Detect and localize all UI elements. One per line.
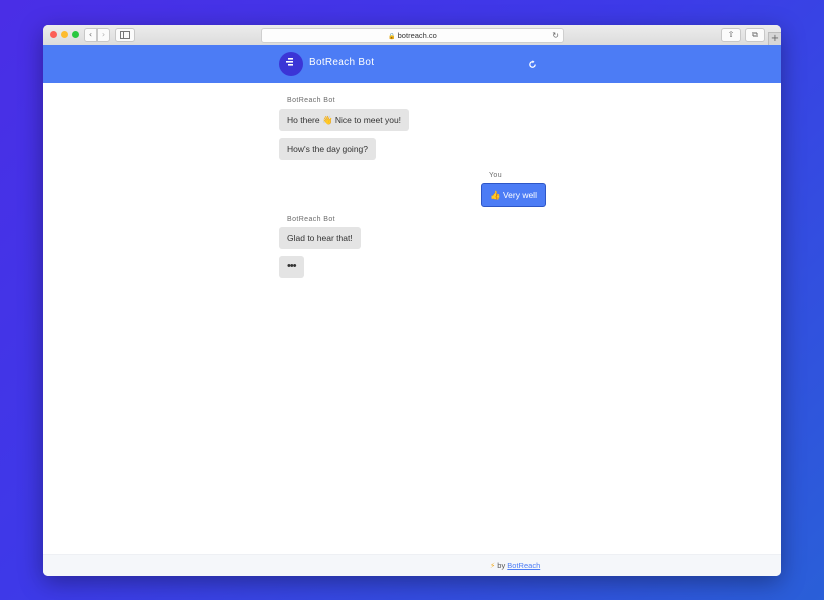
botreach-link[interactable]: BotReach	[507, 561, 540, 570]
chat-header: BotReach Bot	[43, 45, 781, 83]
message-sender: BotReach Bot	[287, 97, 335, 104]
browser-toolbar: ‹ › 🔒 botreach.co ↻ ⇧ ⧉ +	[43, 25, 781, 46]
browser-window: ‹ › 🔒 botreach.co ↻ ⇧ ⧉ + BotReach Bot B…	[43, 25, 781, 576]
botreach-logo-icon	[286, 58, 293, 66]
restart-icon[interactable]	[528, 60, 537, 69]
typing-indicator: •••	[279, 256, 304, 278]
bot-message-bubble: How's the day going?	[279, 138, 377, 160]
address-bar[interactable]: 🔒 botreach.co ↻	[261, 28, 564, 43]
chevron-right-icon: ›	[101, 30, 106, 39]
powered-by: ⚡ by BotReach	[490, 561, 540, 570]
chat-footer: ⚡ by BotReach	[43, 554, 781, 576]
back-button[interactable]: ‹	[84, 28, 97, 42]
maximize-window-button[interactable]	[72, 31, 79, 38]
close-window-button[interactable]	[50, 31, 57, 38]
bot-message-bubble: Glad to hear that!	[279, 227, 361, 249]
sidebar-toggle-button[interactable]	[115, 28, 135, 42]
tabs-icon: ⧉	[752, 30, 758, 39]
forward-button[interactable]: ›	[97, 28, 110, 42]
reload-icon[interactable]: ↻	[552, 29, 559, 42]
url-text: botreach.co	[397, 31, 437, 40]
chat-title: BotReach Bot	[309, 57, 375, 68]
bot-message-bubble: Ho there 👋 Nice to meet you!	[279, 109, 410, 131]
lock-icon: 🔒	[388, 34, 396, 40]
minimize-window-button[interactable]	[61, 31, 68, 38]
user-message-bubble: 👍 Very well	[481, 183, 546, 207]
new-tab-button[interactable]: +	[768, 32, 781, 46]
show-tabs-button[interactable]: ⧉	[745, 28, 765, 42]
plus-icon: +	[770, 33, 780, 44]
sidebar-icon	[120, 31, 130, 39]
message-sender: BotReach Bot	[287, 216, 335, 223]
share-button[interactable]: ⇧	[721, 28, 741, 42]
footer-by-text: by	[497, 561, 506, 570]
bot-avatar	[279, 52, 303, 76]
chevron-left-icon: ‹	[88, 30, 93, 39]
lightning-bolt-icon: ⚡	[490, 561, 496, 570]
share-icon: ⇧	[727, 30, 735, 39]
message-sender: You	[489, 172, 503, 179]
